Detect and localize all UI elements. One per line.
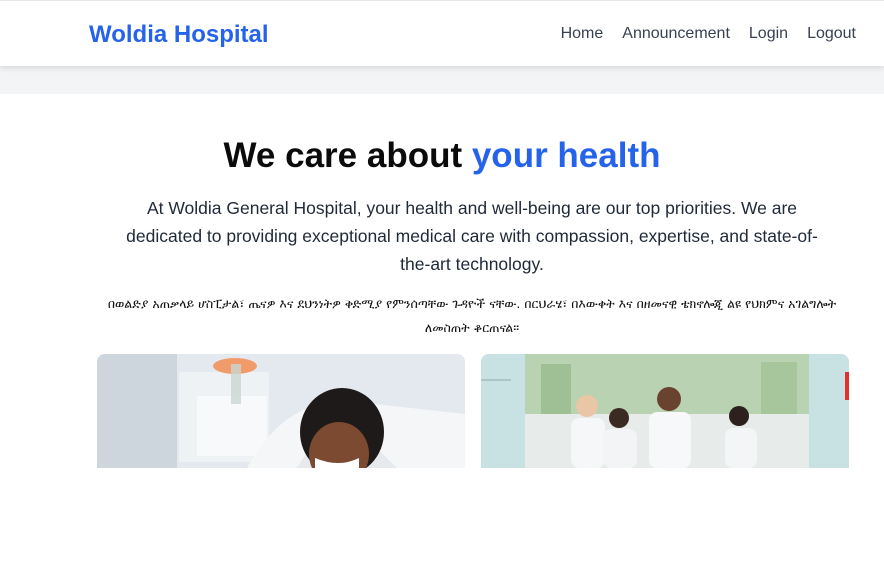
- hero-description: At Woldia General Hospital, your health …: [126, 198, 818, 274]
- hero-description-amharic: በወልድያ አጠቃላይ ሆስፒታል፣ ጤናዎ እና ደህንነትዎ ቅድሚያ የም…: [107, 296, 837, 335]
- nav-home-link[interactable]: Home: [561, 25, 604, 43]
- child-patient-illustration: [97, 354, 465, 468]
- nav-logout-link[interactable]: Logout: [807, 25, 856, 43]
- doctors-team-photo: [481, 354, 849, 468]
- brand-logo[interactable]: Woldia Hospital: [89, 21, 269, 49]
- navbar: Woldia Hospital Home Announcement Login …: [0, 0, 884, 66]
- hero-title-prefix: We care about: [223, 136, 463, 175]
- nav-links: Home Announcement Login Logout: [561, 25, 856, 43]
- child-patient-photo: [97, 354, 465, 468]
- nav-announcement-link[interactable]: Announcement: [622, 25, 730, 43]
- hero-title-accent: your health: [471, 136, 661, 175]
- doctors-team-illustration: [481, 354, 849, 468]
- header-band: [0, 66, 884, 94]
- hero-title: We care about your health: [0, 136, 884, 176]
- nav-login-link[interactable]: Login: [749, 25, 788, 43]
